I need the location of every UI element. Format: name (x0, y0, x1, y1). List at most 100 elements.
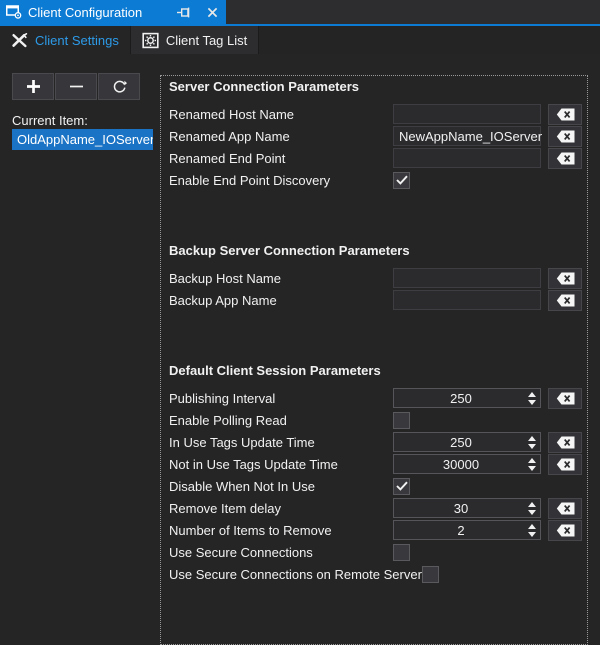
param-row: Enable End Point Discovery (169, 169, 583, 191)
tab-client-settings[interactable]: Client Settings (0, 26, 130, 54)
text-input[interactable] (393, 104, 541, 124)
number-input[interactable]: 250 (393, 432, 541, 452)
backspace-clear-icon (556, 524, 575, 537)
param-row: Renamed App NameNewAppName_IOServer (169, 125, 583, 147)
param-row: In Use Tags Update Time250 (169, 431, 583, 453)
param-label: Enable Polling Read (169, 413, 393, 428)
field-value: 250 (450, 435, 484, 450)
param-label: Use Secure Connections on Remote Server (169, 567, 422, 582)
close-icon[interactable] (207, 7, 218, 18)
param-controls: NewAppName_IOServer (393, 126, 583, 147)
clear-field-button[interactable] (548, 388, 582, 409)
checkbox[interactable] (393, 172, 410, 189)
number-input[interactable]: 30000 (393, 454, 541, 474)
section-title: Server Connection Parameters (169, 77, 583, 97)
field-value: 30 (454, 501, 480, 516)
clear-field-button[interactable] (548, 520, 582, 541)
param-row: Remove Item delay 30 (169, 497, 583, 519)
backspace-clear-icon (556, 272, 575, 285)
spin-down-button[interactable] (528, 466, 536, 471)
spin-up-button[interactable] (528, 524, 536, 529)
param-label: Backup Host Name (169, 271, 393, 286)
param-label: Disable When Not In Use (169, 479, 393, 494)
spin-up-button[interactable] (528, 436, 536, 441)
item-list: OldAppName_IOServer (12, 129, 153, 150)
clear-field-button[interactable] (548, 104, 582, 125)
clear-field-button[interactable] (548, 148, 582, 169)
param-label: Remove Item delay (169, 501, 393, 516)
spinner-arrows (528, 499, 536, 517)
window-title-tab[interactable]: Client Configuration (0, 0, 226, 24)
section-title: Backup Server Connection Parameters (169, 241, 583, 261)
field-value: 2 (457, 523, 476, 538)
param-controls: 30000 (393, 454, 583, 475)
checkbox[interactable] (393, 478, 410, 495)
number-input[interactable]: 2 (393, 520, 541, 540)
backspace-clear-icon (556, 502, 575, 515)
settings-section: Server Connection Parameters Renamed Host… (169, 77, 583, 191)
clear-field-button[interactable] (548, 126, 582, 147)
field-value: NewAppName_IOServer (394, 129, 542, 144)
tab-strip: Client Settings Client Tag List (0, 26, 600, 54)
checkbox[interactable] (422, 566, 439, 583)
window-title: Client Configuration (28, 5, 142, 20)
param-label: Number of Items to Remove (169, 523, 393, 538)
backspace-clear-icon (556, 130, 575, 143)
checkbox[interactable] (393, 544, 410, 561)
text-input[interactable]: NewAppName_IOServer (393, 126, 541, 146)
list-item[interactable]: OldAppName_IOServer (12, 129, 153, 150)
spin-up-button[interactable] (528, 502, 536, 507)
backspace-clear-icon (556, 436, 575, 449)
backspace-clear-icon (556, 108, 575, 121)
text-input[interactable] (393, 268, 541, 288)
param-controls: 2 (393, 520, 583, 541)
clear-field-button[interactable] (548, 454, 582, 475)
param-row: Use Secure Connections on Remote Server (169, 563, 583, 585)
param-label: Not in Use Tags Update Time (169, 457, 393, 472)
add-item-button[interactable] (12, 73, 54, 100)
param-controls (393, 148, 583, 169)
clear-field-button[interactable] (548, 498, 582, 519)
param-label: Renamed Host Name (169, 107, 393, 122)
param-row: Renamed Host Name (169, 103, 583, 125)
spin-down-button[interactable] (528, 400, 536, 405)
check-icon (396, 175, 408, 185)
backspace-clear-icon (556, 152, 575, 165)
param-label: Renamed End Point (169, 151, 393, 166)
remove-item-button[interactable] (55, 73, 97, 100)
spin-up-button[interactable] (528, 392, 536, 397)
client-configuration-icon (6, 5, 22, 19)
backspace-clear-icon (556, 458, 575, 471)
number-input[interactable]: 250 (393, 388, 541, 408)
text-input[interactable] (393, 290, 541, 310)
minus-icon (69, 79, 84, 94)
refresh-items-button[interactable] (98, 73, 140, 100)
section-title: Default Client Session Parameters (169, 361, 583, 381)
gear-box-icon (142, 32, 159, 49)
param-row: Publishing Interval250 (169, 387, 583, 409)
client-settings-panel: Current Item: OldAppName_IOServer Server… (0, 54, 600, 600)
param-controls: 30 (393, 498, 583, 519)
text-input[interactable] (393, 148, 541, 168)
spinner-arrows (528, 455, 536, 473)
checkbox[interactable] (393, 412, 410, 429)
spin-up-button[interactable] (528, 458, 536, 463)
spinner-arrows (528, 389, 536, 407)
item-toolbar (12, 73, 140, 100)
field-value: 30000 (443, 457, 491, 472)
param-controls (393, 290, 583, 311)
client-configuration-window: Client Configuration (0, 0, 600, 600)
spin-down-button[interactable] (528, 444, 536, 449)
tab-label: Client Settings (35, 33, 119, 48)
param-row: Not in Use Tags Update Time 30000 (169, 453, 583, 475)
spin-down-button[interactable] (528, 532, 536, 537)
number-input[interactable]: 30 (393, 498, 541, 518)
pin-icon[interactable] (177, 7, 192, 18)
spin-down-button[interactable] (528, 510, 536, 515)
tools-icon (11, 33, 28, 48)
clear-field-button[interactable] (548, 290, 582, 311)
clear-field-button[interactable] (548, 432, 582, 453)
tab-client-tag-list[interactable]: Client Tag List (130, 26, 259, 54)
backspace-clear-icon (556, 294, 575, 307)
clear-field-button[interactable] (548, 268, 582, 289)
